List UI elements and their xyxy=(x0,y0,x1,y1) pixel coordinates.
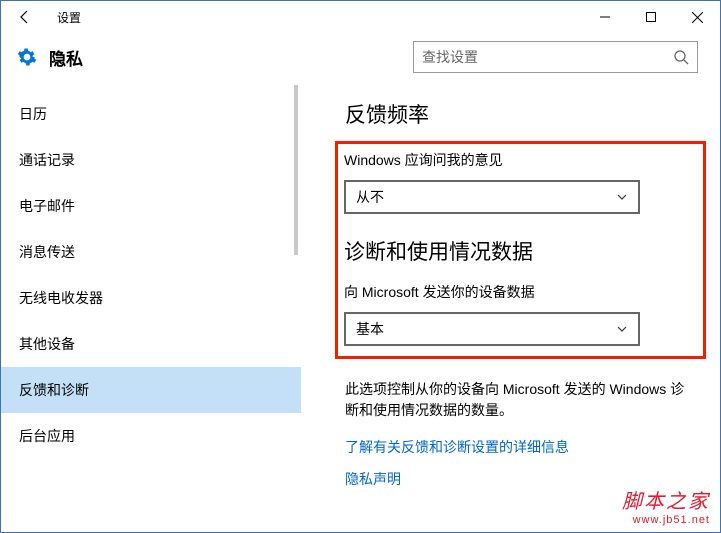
close-button[interactable] xyxy=(674,1,720,33)
scrollbar[interactable] xyxy=(294,85,298,255)
gear-icon xyxy=(17,47,37,67)
chevron-down-icon xyxy=(616,323,628,335)
sidebar-item[interactable]: 后台应用 xyxy=(1,413,301,459)
chevron-down-icon xyxy=(616,191,628,203)
sidebar-item[interactable]: 消息传送 xyxy=(1,229,301,275)
maximize-button[interactable] xyxy=(628,1,674,33)
feedback-value: 从不 xyxy=(356,187,384,207)
back-button[interactable] xyxy=(1,1,49,33)
feedback-label: Windows 应询问我的意见 xyxy=(344,150,697,170)
highlight-box: Windows 应询问我的意见 从不 诊断和使用情况数据 向 Microsoft… xyxy=(335,141,706,359)
sidebar-item[interactable]: 日历 xyxy=(1,91,301,137)
watermark: 脚本之家 www.jb51.net xyxy=(622,485,710,526)
page-title: 隐私 xyxy=(49,45,83,70)
diagnostic-description: 此选项控制从你的设备向 Microsoft 发送的 Windows 诊断和使用情… xyxy=(345,379,696,421)
search-placeholder: 查找设置 xyxy=(422,47,673,67)
minimize-button[interactable] xyxy=(582,1,628,33)
page-header: 隐私 查找设置 xyxy=(1,33,720,81)
sidebar-item[interactable]: 其他设备 xyxy=(1,321,301,367)
section-feedback-title: 反馈频率 xyxy=(345,99,696,129)
content-pane: 反馈频率 Windows 应询问我的意见 从不 诊断和使用情况数据 向 Micr… xyxy=(301,81,720,532)
sidebar-item[interactable]: 电子邮件 xyxy=(1,183,301,229)
diagnostic-label: 向 Microsoft 发送你的设备数据 xyxy=(344,282,697,302)
section-diagnostic-title: 诊断和使用情况数据 xyxy=(344,236,697,266)
diagnostic-dropdown[interactable]: 基本 xyxy=(344,312,640,346)
sidebar-item[interactable]: 通话记录 xyxy=(1,137,301,183)
feedback-dropdown[interactable]: 从不 xyxy=(344,180,640,214)
sidebar-item[interactable]: 反馈和诊断 xyxy=(1,367,301,413)
search-input[interactable]: 查找设置 xyxy=(413,41,698,73)
watermark-url: www.jb51.net xyxy=(622,514,710,526)
search-icon xyxy=(673,49,689,65)
title-bar: 设置 xyxy=(1,1,720,33)
diagnostic-value: 基本 xyxy=(356,319,384,339)
learn-more-link[interactable]: 了解有关反馈和诊断设置的详细信息 xyxy=(345,437,696,457)
sidebar-item[interactable]: 无线电收发器 xyxy=(1,275,301,321)
sidebar: 日历通话记录电子邮件消息传送无线电收发器其他设备反馈和诊断后台应用 xyxy=(1,81,301,532)
window-title: 设置 xyxy=(49,9,81,26)
watermark-text: 脚本之家 xyxy=(622,485,710,514)
